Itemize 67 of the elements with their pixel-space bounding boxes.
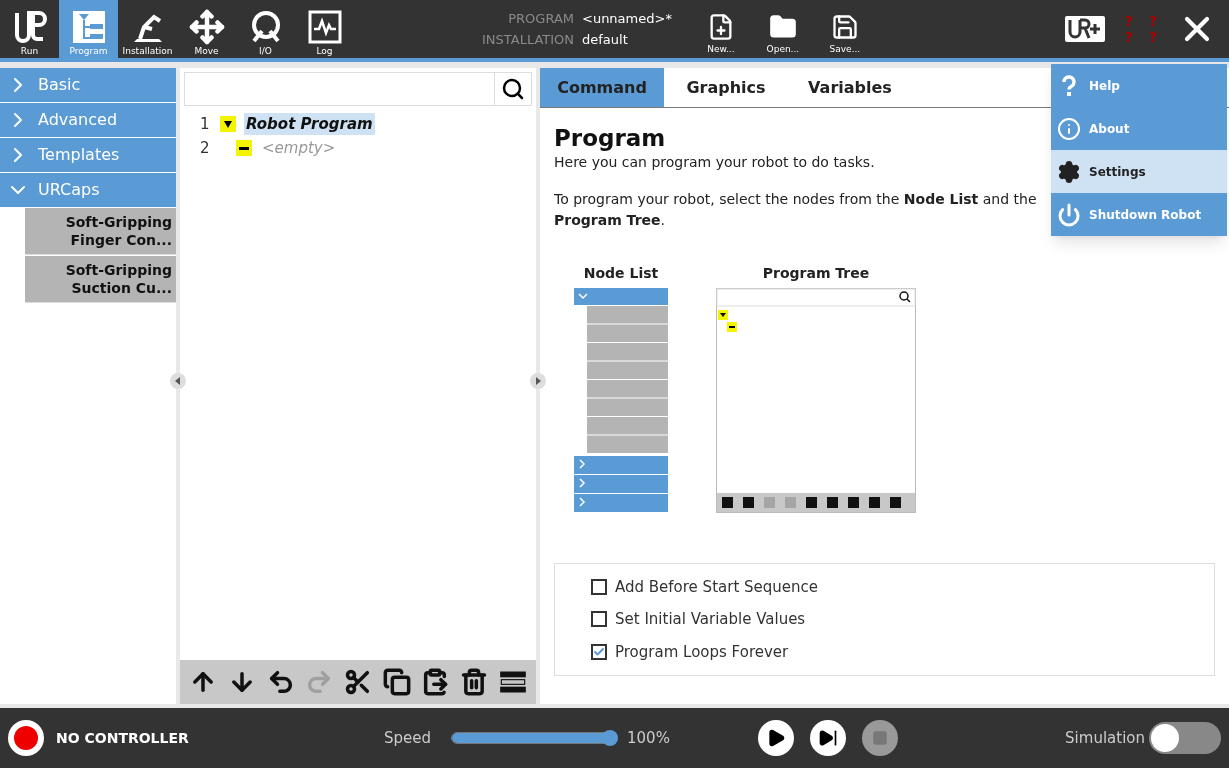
line-number: 2	[200, 137, 211, 159]
log-chart-icon	[306, 9, 343, 45]
checkbox[interactable]	[591, 611, 607, 628]
option-label: Set Initial Variable Values	[615, 609, 806, 630]
nav-tab[interactable]: Installation	[118, 0, 177, 58]
move-arrows-icon	[188, 9, 225, 45]
info-value: <unnamed>*	[582, 9, 672, 28]
nav-tab[interactable]: I/O	[236, 0, 295, 58]
warning-mark: ?	[1148, 29, 1157, 45]
play-button[interactable]	[757, 720, 794, 756]
checkbox[interactable]	[591, 643, 607, 660]
line-number: 1	[200, 113, 211, 135]
copy-icon[interactable]	[382, 668, 411, 696]
check-icon	[593, 645, 605, 658]
tab[interactable]: Graphics	[664, 68, 788, 107]
option-label: Program Loops Forever	[615, 641, 789, 663]
warning-mark: ?	[1124, 29, 1133, 45]
tab[interactable]: Command	[540, 68, 664, 107]
option-label: Add Before Start Sequence	[615, 576, 819, 598]
info-icon	[1057, 116, 1081, 141]
page-title: Program	[554, 124, 666, 152]
nav-tab[interactable]: Run	[0, 0, 59, 58]
save-icon	[830, 13, 859, 41]
nav-tab[interactable]: Move	[177, 0, 236, 58]
delete-icon[interactable]	[459, 668, 488, 696]
info-value: default	[582, 31, 628, 49]
empty-node-marker	[236, 140, 252, 156]
collapse-toggle-icon[interactable]	[220, 116, 236, 132]
instructions-text: To program your robot, select the nodes from the Node List and the Program Tree.	[554, 190, 1038, 230]
info-label: PROGRAM	[507, 9, 574, 28]
stop-indicator-icon	[8, 720, 44, 756]
settings-icon	[1057, 159, 1081, 184]
simulation-label: Simulation	[1065, 727, 1145, 749]
file-button[interactable]: New...	[695, 0, 746, 58]
speed-label: Speed	[384, 727, 432, 749]
step-button[interactable]	[809, 720, 846, 756]
urcaps-logo-icon[interactable]	[1064, 15, 1105, 43]
search-icon[interactable]	[501, 77, 525, 101]
menu-item[interactable]: Settings	[1051, 150, 1227, 193]
file-button[interactable]: Open...	[757, 0, 808, 58]
tab[interactable]: Variables	[788, 68, 912, 107]
nav-tab[interactable]: Log	[295, 0, 354, 58]
diagram-heading: Program Tree	[762, 264, 870, 283]
file-button[interactable]: Save...	[819, 0, 870, 58]
stop-icon	[871, 730, 888, 746]
checkbox[interactable]	[591, 578, 607, 595]
urcap-item[interactable]: Soft-Gripping Finger Con...	[25, 208, 176, 255]
warning-mark: ?	[1124, 13, 1133, 29]
search-field[interactable]	[184, 72, 532, 106]
info-label: INSTALLATION	[482, 31, 574, 49]
tree-node[interactable]: Robot Program	[244, 112, 375, 136]
stop-button[interactable]	[861, 720, 898, 756]
simulation-toggle[interactable]	[1149, 722, 1221, 754]
step-icon	[817, 728, 838, 748]
folder-icon	[768, 13, 797, 41]
speed-reading: 100%	[627, 727, 670, 749]
program-tree-icon	[70, 9, 107, 45]
cut-icon[interactable]	[343, 668, 372, 696]
paste-icon[interactable]	[421, 668, 450, 696]
intro-text: Here you can program your robot to do tasks.	[554, 153, 875, 172]
urcap-item[interactable]: Soft-Gripping Suction Cu...	[25, 256, 176, 303]
collapse-handle-icon[interactable]	[170, 373, 186, 389]
warning-mark: ?	[1148, 13, 1157, 29]
power-icon	[1057, 202, 1081, 227]
diagram-heading: Node List	[583, 264, 659, 283]
controller-status: NO CONTROLLER	[56, 728, 190, 748]
expand-handle-icon[interactable]	[530, 373, 546, 389]
